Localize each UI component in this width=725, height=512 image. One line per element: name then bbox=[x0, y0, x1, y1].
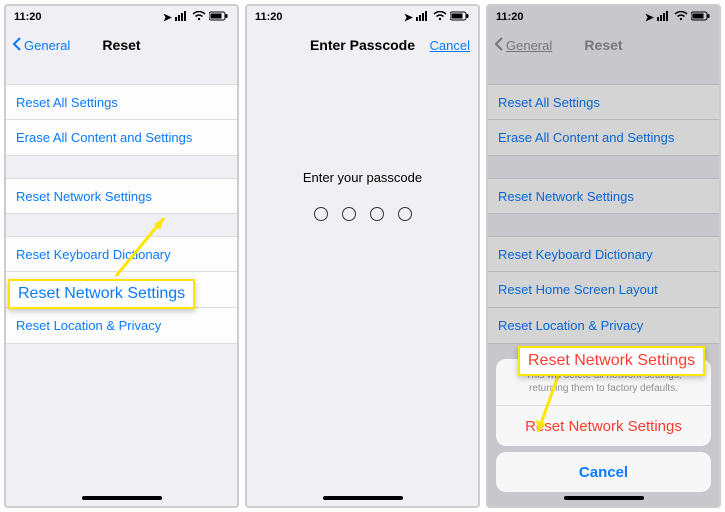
passcode-prompt: Enter your passcode bbox=[303, 170, 422, 185]
nav-title: Reset bbox=[102, 37, 140, 53]
action-sheet: This will delete all network settings, r… bbox=[496, 359, 711, 498]
status-time: 11:20 bbox=[255, 11, 283, 23]
signal-icon bbox=[416, 11, 430, 24]
cancel-button[interactable]: Cancel bbox=[430, 28, 470, 62]
annotation-callout: Reset Network Settings bbox=[518, 346, 705, 376]
reset-all-settings-row[interactable]: Reset All Settings bbox=[6, 84, 237, 120]
passcode-dot bbox=[314, 207, 328, 221]
location-icon: ➤ bbox=[163, 11, 172, 24]
status-bar: 11:20 ➤ bbox=[6, 6, 237, 28]
phone-screen-reset: 11:20 ➤ General Reset bbox=[4, 4, 239, 508]
reset-keyboard-dictionary-row[interactable]: Reset Keyboard Dictionary bbox=[6, 236, 237, 272]
location-icon: ➤ bbox=[404, 11, 413, 24]
reset-network-settings-row[interactable]: Reset Network Settings bbox=[6, 178, 237, 214]
signal-icon bbox=[175, 11, 189, 24]
battery-icon bbox=[209, 11, 229, 24]
wifi-icon bbox=[192, 11, 206, 24]
home-indicator[interactable] bbox=[564, 496, 644, 500]
sheet-cancel-button[interactable]: Cancel bbox=[496, 452, 711, 492]
passcode-dot bbox=[370, 207, 384, 221]
back-button[interactable]: General bbox=[12, 28, 70, 62]
back-label: General bbox=[24, 38, 70, 53]
reset-location-privacy-row[interactable]: Reset Location & Privacy bbox=[6, 308, 237, 344]
phone-screen-confirm: 11:20 ➤ General Reset bbox=[486, 4, 721, 508]
chevron-left-icon bbox=[12, 37, 22, 54]
status-bar: 11:20 ➤ bbox=[247, 6, 478, 28]
status-time: 11:20 bbox=[14, 11, 42, 23]
passcode-dot bbox=[398, 207, 412, 221]
wifi-icon bbox=[433, 11, 447, 24]
sheet-reset-network-button[interactable]: Reset Network Settings bbox=[496, 406, 711, 446]
home-indicator[interactable] bbox=[323, 496, 403, 500]
nav-bar: General Reset bbox=[6, 28, 237, 62]
passcode-dot bbox=[342, 207, 356, 221]
battery-icon bbox=[450, 11, 470, 24]
annotation-callout: Reset Network Settings bbox=[8, 279, 195, 309]
passcode-dots[interactable] bbox=[314, 207, 412, 221]
phone-screen-passcode: 11:20 ➤ Enter Passcode Cancel Enter bbox=[245, 4, 480, 508]
nav-title: Enter Passcode bbox=[310, 37, 415, 53]
erase-all-content-row[interactable]: Erase All Content and Settings bbox=[6, 120, 237, 156]
nav-bar: Enter Passcode Cancel bbox=[247, 28, 478, 62]
home-indicator[interactable] bbox=[82, 496, 162, 500]
